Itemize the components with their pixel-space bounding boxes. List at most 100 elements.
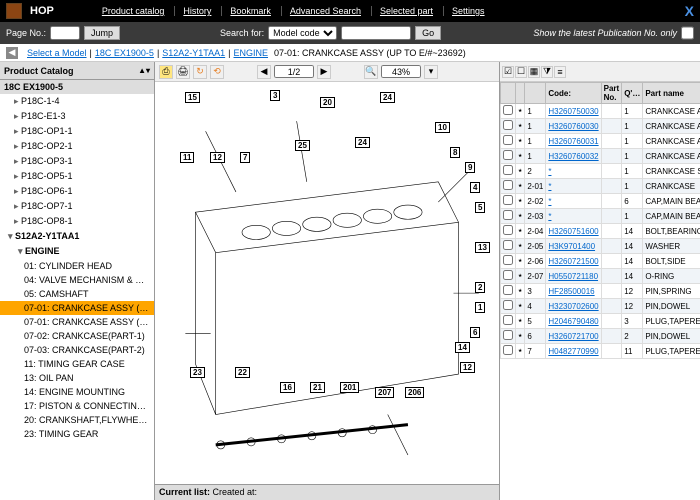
callout[interactable]: 24 <box>355 137 370 148</box>
part-code-link[interactable]: H3260751600 <box>548 227 598 236</box>
callout[interactable]: 20 <box>320 97 335 108</box>
callout[interactable]: 2 <box>475 282 485 293</box>
print-icon[interactable]: 🖨 <box>176 65 190 79</box>
bookmark-icon[interactable]: ⭑ <box>516 239 525 254</box>
callout[interactable]: 13 <box>475 242 490 253</box>
row-checkbox[interactable] <box>503 315 513 325</box>
tree-item[interactable]: P18C-OP8-1 <box>0 214 154 229</box>
row-checkbox[interactable] <box>503 165 513 175</box>
table-row[interactable]: ⭑1H32607600311CRANKCASE ASSY <box>501 134 700 149</box>
zoom-dropdown-icon[interactable]: ▾ <box>424 65 438 79</box>
bookmark-icon[interactable]: ⭑ <box>516 209 525 224</box>
bookmark-icon[interactable]: ⭑ <box>516 284 525 299</box>
bookmark-icon[interactable]: ⭑ <box>516 224 525 239</box>
tree-item[interactable]: P18C-OP5-1 <box>0 169 154 184</box>
search-input[interactable] <box>341 26 411 40</box>
part-code-link[interactable]: H2046790480 <box>548 317 598 326</box>
tree-sub-parent[interactable]: ENGINE <box>0 244 154 259</box>
page-indicator[interactable] <box>274 65 314 78</box>
row-checkbox[interactable] <box>503 135 513 145</box>
column-header[interactable] <box>501 83 516 104</box>
nav-selected-part[interactable]: Selected part <box>371 6 441 16</box>
column-header[interactable]: Part No. <box>601 83 622 104</box>
bookmark-icon[interactable]: ⭑ <box>516 254 525 269</box>
bookmark-icon[interactable]: ⭑ <box>516 344 525 359</box>
tree-sub-item[interactable]: 07-03: CRANKCASE(PART-2) <box>0 343 154 357</box>
callout[interactable]: 16 <box>280 382 295 393</box>
column-header[interactable] <box>525 83 546 104</box>
bookmark-icon[interactable]: ⭑ <box>516 194 525 209</box>
table-row[interactable]: ⭑1H32607500301CRANKCASE ASSY <box>501 104 700 119</box>
tree-sub-item[interactable]: 07-02: CRANKCASE(PART-1) <box>0 329 154 343</box>
part-code-link[interactable]: H3260721500 <box>548 257 598 266</box>
callout[interactable]: 207 <box>375 387 394 398</box>
table-row[interactable]: ⭑2-02*6CAP,MAIN BEAR… <box>501 194 700 209</box>
nav-bookmark[interactable]: Bookmark <box>221 6 279 16</box>
part-code-link[interactable]: * <box>548 197 551 206</box>
callout[interactable]: 15 <box>185 92 200 103</box>
callout[interactable]: 25 <box>295 140 310 151</box>
tree-sub-item[interactable]: 14: ENGINE MOUNTING <box>0 385 154 399</box>
part-code-link[interactable]: HF28500016 <box>548 287 594 296</box>
list-icon[interactable]: ≡ <box>554 66 566 78</box>
row-checkbox[interactable] <box>503 255 513 265</box>
row-checkbox[interactable] <box>503 285 513 295</box>
nav-product-catalog[interactable]: Product catalog <box>94 6 173 16</box>
tree-sub-item[interactable]: 11: TIMING GEAR CASE <box>0 357 154 371</box>
table-row[interactable]: ⭑1H32607600301CRANKCASE ASSY <box>501 119 700 134</box>
tree-sub-item[interactable]: 13: OIL PAN <box>0 371 154 385</box>
callout[interactable]: 1 <box>475 302 485 313</box>
jump-button[interactable]: Jump <box>84 26 120 40</box>
table-row[interactable]: ⭑2-01*1CRANKCASE <box>501 179 700 194</box>
column-header[interactable]: Part name <box>643 83 700 104</box>
table-row[interactable]: ⭑2*1CRANKCASE SUB… <box>501 164 700 179</box>
column-header[interactable]: Q'… <box>622 83 643 104</box>
row-checkbox[interactable] <box>503 270 513 280</box>
tree-item[interactable]: P18C-OP1-1 <box>0 124 154 139</box>
tree-item-expanded[interactable]: S12A2-Y1TAA1 <box>0 229 154 244</box>
grid-icon[interactable]: ▦ <box>528 66 540 78</box>
tree-sub-item[interactable]: 04: VALVE MECHANISM & ROCKER <box>0 273 154 287</box>
callout[interactable]: 14 <box>455 342 470 353</box>
callout[interactable]: 4 <box>470 182 480 193</box>
callout[interactable]: 12 <box>210 152 225 163</box>
next-page-icon[interactable]: ▶ <box>317 65 331 79</box>
nav-settings[interactable]: Settings <box>443 6 493 16</box>
tree-item[interactable]: P18C-OP6-1 <box>0 184 154 199</box>
callout[interactable]: 22 <box>235 367 250 378</box>
table-row[interactable]: ⭑2-03*1CAP,MAIN BEAR… <box>501 209 700 224</box>
zoom-level[interactable] <box>381 65 421 78</box>
crumb-engine[interactable]: ENGINE <box>234 48 269 58</box>
zoom-out-icon[interactable]: 🔍 <box>364 65 378 79</box>
row-checkbox[interactable] <box>503 240 513 250</box>
part-code-link[interactable]: H3260750030 <box>548 107 598 116</box>
bookmark-icon[interactable]: ⭑ <box>516 269 525 284</box>
nav-advanced-search[interactable]: Advanced Search <box>281 6 369 16</box>
callout[interactable]: 24 <box>380 92 395 103</box>
row-checkbox[interactable] <box>503 345 513 355</box>
part-code-link[interactable]: H0482770990 <box>548 347 598 356</box>
table-row[interactable]: ⭑1H32607600321CRANKCASE ASSY <box>501 149 700 164</box>
bookmark-icon[interactable]: ⭑ <box>516 134 525 149</box>
row-checkbox[interactable] <box>503 210 513 220</box>
column-header[interactable]: Code: <box>546 83 601 104</box>
crumb-select-model[interactable]: Select a Model <box>27 48 87 58</box>
part-code-link[interactable]: H3260760032 <box>548 152 598 161</box>
callout[interactable]: 11 <box>180 152 194 163</box>
part-code-link[interactable]: H3260760031 <box>548 137 598 146</box>
sidebar-header[interactable]: Product Catalog ▲▾ <box>0 62 154 80</box>
callout[interactable]: 7 <box>240 152 250 163</box>
callout[interactable]: 6 <box>470 327 480 338</box>
uncheck-all-icon[interactable]: ☐ <box>515 66 527 78</box>
prev-page-icon[interactable]: ◀ <box>257 65 271 79</box>
close-icon[interactable]: X <box>685 3 694 19</box>
page-no-input[interactable] <box>50 26 80 40</box>
bookmark-icon[interactable]: ⭑ <box>516 179 525 194</box>
table-row[interactable]: ⭑2-05H3K970140014WASHER <box>501 239 700 254</box>
row-checkbox[interactable] <box>503 120 513 130</box>
bookmark-icon[interactable]: ⭑ <box>516 164 525 179</box>
bookmark-icon[interactable]: ⭑ <box>516 119 525 134</box>
tree-item[interactable]: P18C-OP2-1 <box>0 139 154 154</box>
table-row[interactable]: ⭑3HF2850001612PIN,SPRING <box>501 284 700 299</box>
check-all-icon[interactable]: ☑ <box>502 66 514 78</box>
